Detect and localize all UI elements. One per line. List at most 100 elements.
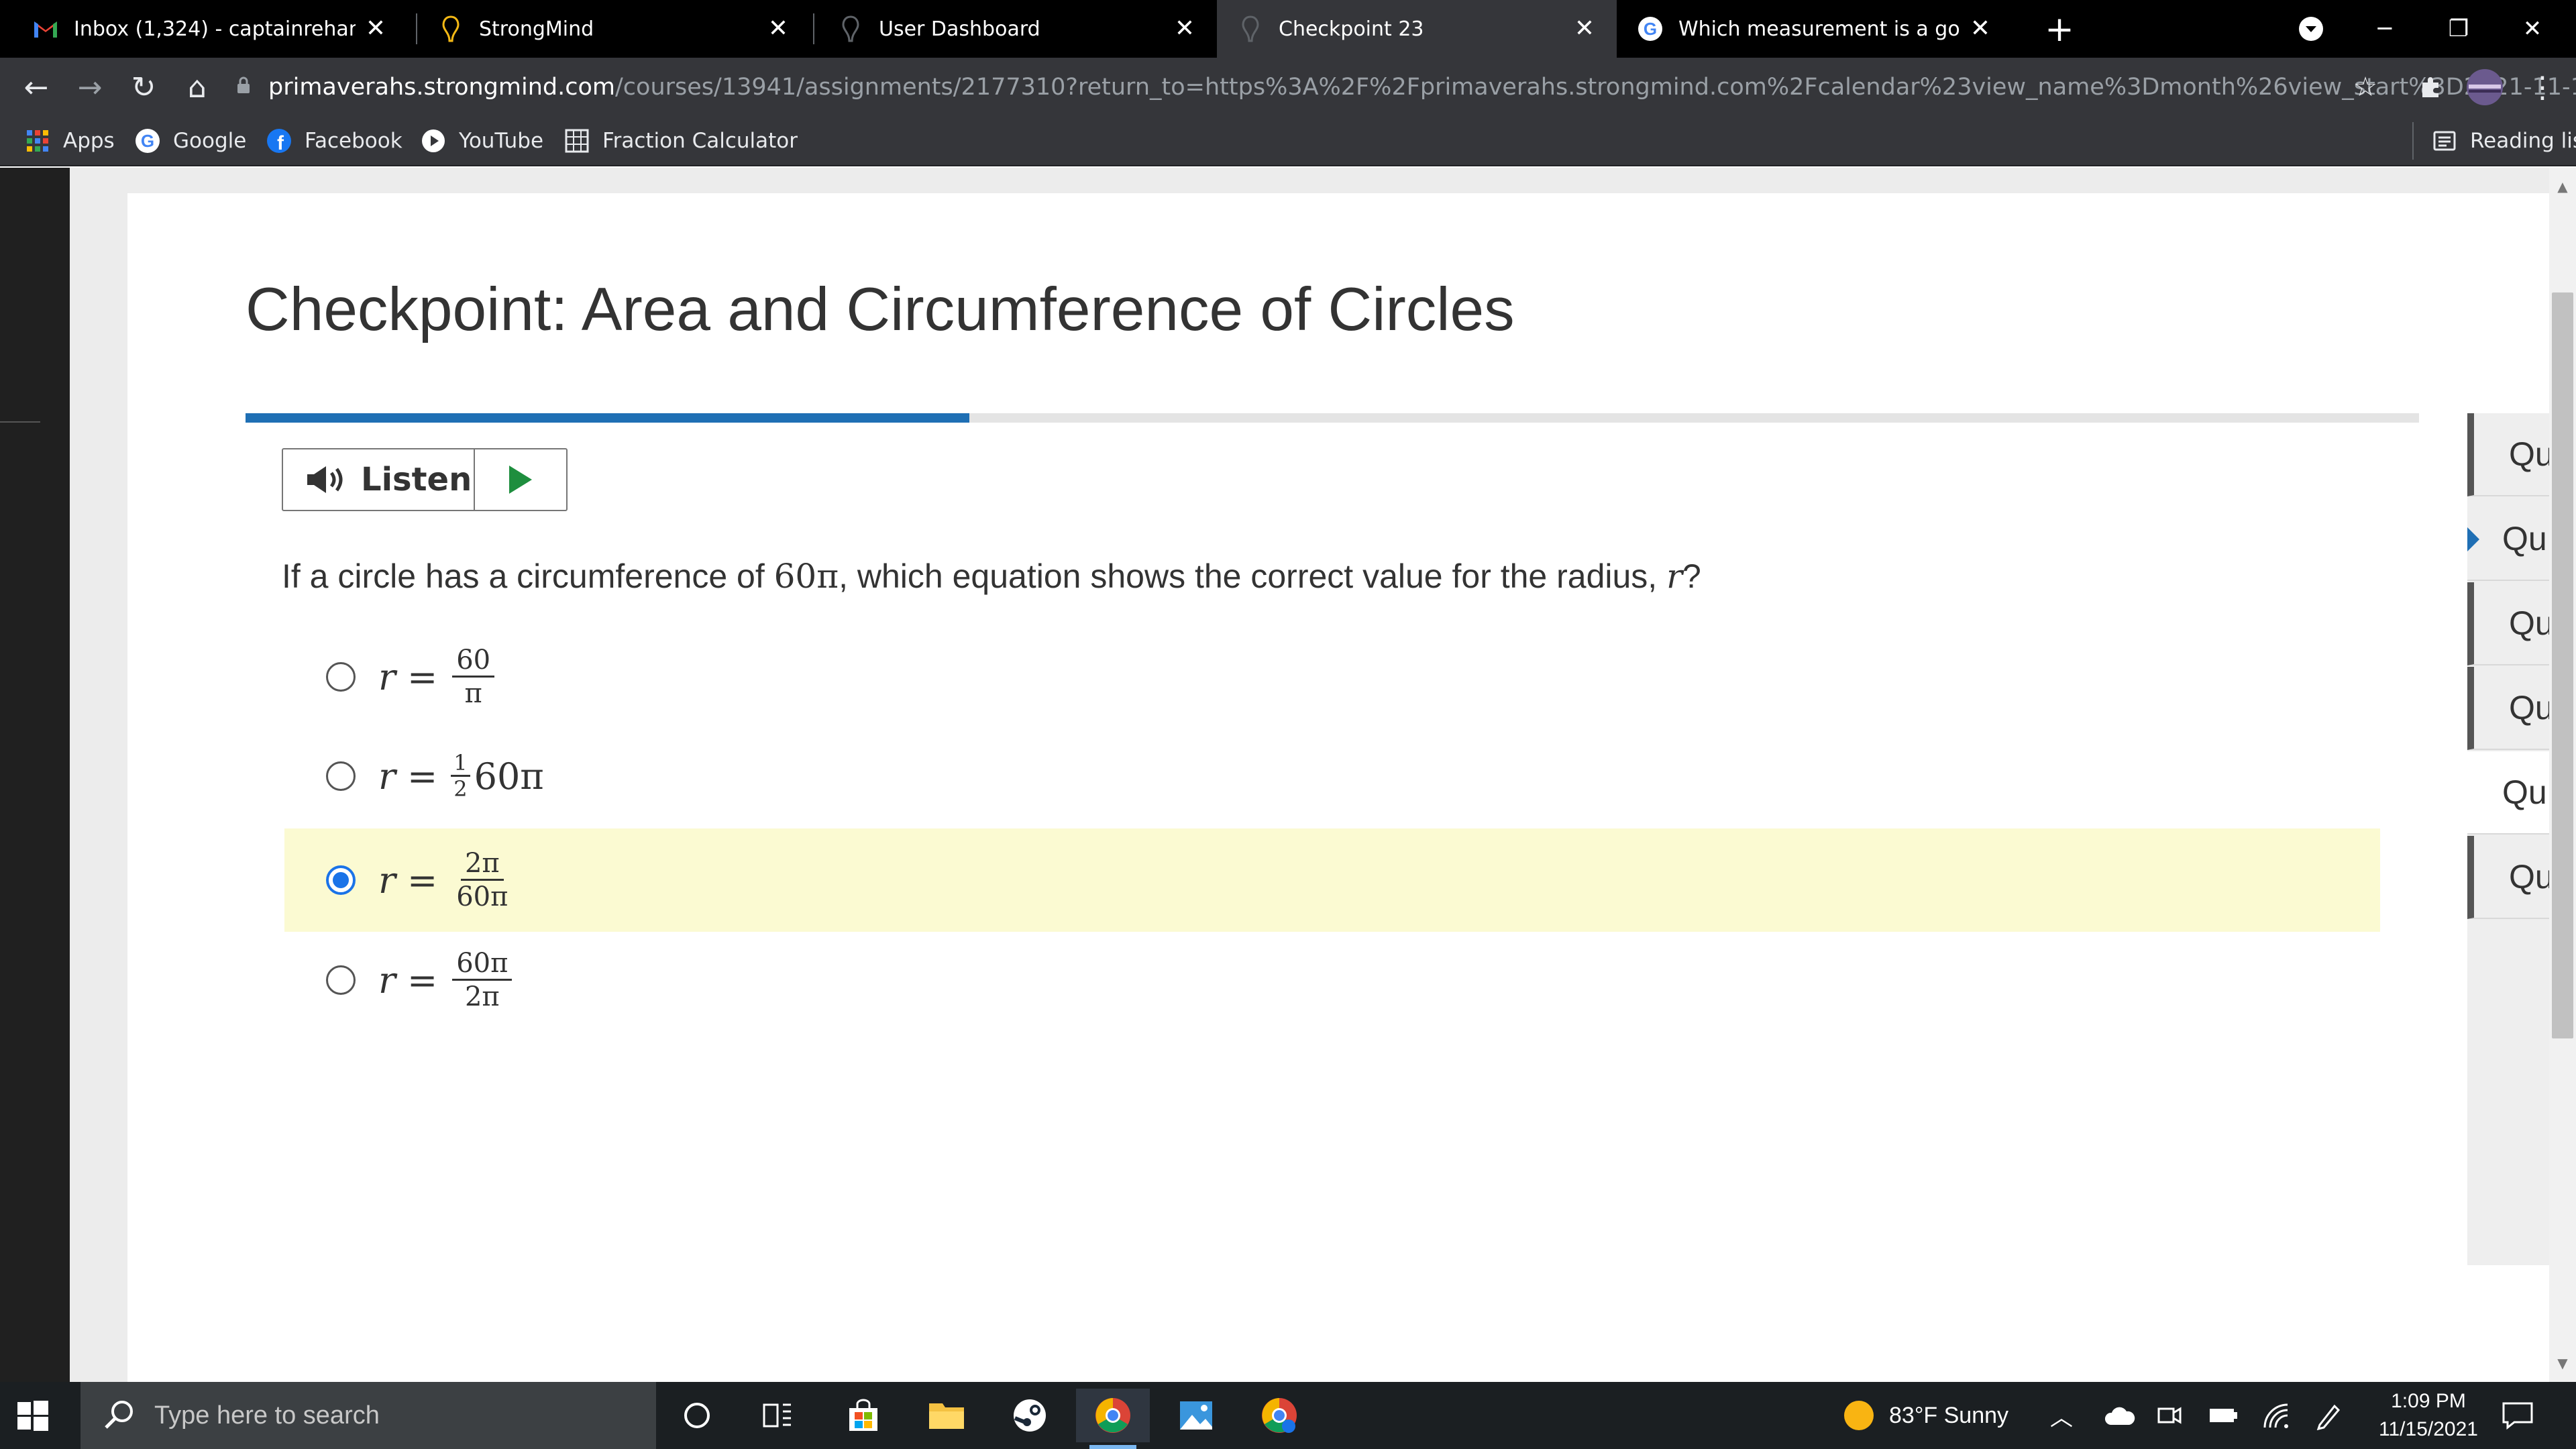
option-expression: r = 2π 60π bbox=[378, 828, 512, 932]
system-clock[interactable]: 1:09 PM 11/15/2021 bbox=[2355, 1387, 2502, 1444]
steam-icon[interactable] bbox=[993, 1389, 1067, 1442]
tab-close-icon[interactable]: ✕ bbox=[1966, 13, 1995, 43]
cortana-icon[interactable] bbox=[660, 1389, 734, 1442]
radio-button-selected[interactable] bbox=[326, 865, 356, 895]
tab-close-icon[interactable]: ✕ bbox=[763, 13, 793, 43]
play-icon bbox=[508, 464, 533, 495]
battery-icon[interactable] bbox=[2208, 1382, 2239, 1449]
sun-icon bbox=[1842, 1399, 1876, 1432]
google-icon: G bbox=[1637, 15, 1664, 42]
bookmark-facebook[interactable]: f Facebook bbox=[266, 122, 402, 160]
bookmark-youtube[interactable]: YouTube bbox=[420, 122, 543, 160]
tab-search-icon[interactable] bbox=[2274, 0, 2348, 58]
bookmark-label: Fraction Calculator bbox=[602, 129, 798, 153]
tab-strongmind[interactable]: StrongMind ✕ bbox=[437, 0, 810, 58]
google-icon: G bbox=[134, 127, 161, 154]
fraction-numerator: 2π bbox=[460, 848, 504, 881]
fraction-denominator: 2 bbox=[453, 775, 468, 802]
youtube-icon bbox=[420, 127, 447, 154]
answer-option-1[interactable]: r = 60 π bbox=[284, 625, 2380, 729]
answer-option-2[interactable]: r = 1 2 60π bbox=[284, 724, 2380, 828]
apps-grid-icon bbox=[24, 127, 51, 154]
tab-close-icon[interactable]: ✕ bbox=[1570, 13, 1599, 43]
option-expression: r = 60 π bbox=[378, 625, 495, 729]
bookmark-apps[interactable]: Apps bbox=[24, 122, 115, 160]
search-placeholder: Type here to search bbox=[154, 1401, 380, 1430]
fraction-denominator: 2π bbox=[464, 981, 500, 1012]
page-scrollbar[interactable]: ▲ ▼ bbox=[2549, 168, 2576, 1382]
wifi-icon[interactable] bbox=[2262, 1382, 2292, 1449]
photos-icon[interactable] bbox=[1159, 1389, 1233, 1442]
question-end: ? bbox=[1682, 557, 1701, 595]
windows-taskbar: Type here to search 83°F Sunny ︿ 1:09 PM… bbox=[0, 1382, 2576, 1449]
search-icon bbox=[101, 1397, 138, 1434]
clock-date: 11/15/2021 bbox=[2379, 1418, 2478, 1440]
tray-expand-chevron-icon[interactable]: ︿ bbox=[2050, 1382, 2073, 1449]
tab-user-dashboard[interactable]: User Dashboard ✕ bbox=[837, 0, 1217, 58]
strongmind-icon bbox=[437, 15, 464, 42]
home-icon[interactable]: ⌂ bbox=[177, 67, 217, 107]
reading-list[interactable]: Reading list bbox=[2412, 122, 2576, 160]
microsoft-store-icon[interactable] bbox=[826, 1389, 900, 1442]
radio-button[interactable] bbox=[326, 761, 356, 791]
onedrive-cloud-icon[interactable] bbox=[2104, 1382, 2136, 1449]
question-middle: , which equation shows the correct value… bbox=[839, 557, 1667, 595]
radio-button[interactable] bbox=[326, 662, 356, 692]
question-text: If a circle has a circumference of 60π, … bbox=[282, 557, 1701, 596]
profile-avatar[interactable] bbox=[2465, 67, 2505, 107]
option-fraction: 60π 2π bbox=[452, 948, 513, 1013]
taskbar-search-box[interactable]: Type here to search bbox=[80, 1382, 656, 1449]
minimize-icon[interactable]: ─ bbox=[2348, 0, 2422, 58]
windows-start-icon[interactable] bbox=[13, 1397, 51, 1434]
option-fraction: 2π 60π bbox=[452, 848, 512, 913]
extensions-puzzle-icon[interactable] bbox=[2411, 67, 2451, 107]
tab-close-icon[interactable]: ✕ bbox=[361, 13, 390, 43]
chrome-taskbar-icon[interactable] bbox=[1076, 1389, 1150, 1449]
tab-google-search[interactable]: G Which measurement is a good es ✕ bbox=[1637, 0, 2012, 58]
forward-arrow-icon[interactable]: → bbox=[70, 67, 110, 107]
scroll-down-icon[interactable]: ▼ bbox=[2555, 1355, 2571, 1371]
calculator-icon bbox=[564, 127, 590, 154]
task-view-icon[interactable] bbox=[741, 1389, 814, 1442]
meet-now-icon[interactable] bbox=[2156, 1382, 2183, 1449]
chrome-profile-icon[interactable] bbox=[1242, 1389, 1316, 1442]
new-tab-icon[interactable]: + bbox=[2039, 9, 2080, 50]
notifications-icon[interactable] bbox=[2501, 1382, 2534, 1449]
bookmark-google[interactable]: G Google bbox=[134, 122, 246, 160]
question-prefix: If a circle has a circumference of bbox=[282, 557, 774, 595]
scrollbar-thumb[interactable] bbox=[2552, 292, 2573, 1038]
option-lhs: r = bbox=[378, 655, 438, 698]
listen-button[interactable]: Listen bbox=[283, 449, 475, 510]
option-lhs: r = bbox=[378, 859, 438, 902]
question-nav-label: Qu bbox=[2509, 858, 2554, 896]
window-close-icon[interactable]: ✕ bbox=[2496, 0, 2569, 58]
scroll-up-icon[interactable]: ▲ bbox=[2555, 178, 2571, 195]
back-arrow-icon[interactable]: ← bbox=[16, 67, 56, 107]
tab-divider bbox=[416, 13, 417, 44]
address-bar[interactable]: primaverahs.strongmind.com/courses/13941… bbox=[236, 67, 2576, 107]
restore-icon[interactable]: ❐ bbox=[2422, 0, 2496, 58]
weather-widget[interactable]: 83°F Sunny bbox=[1842, 1382, 2008, 1449]
lock-icon bbox=[236, 74, 251, 101]
speaker-icon bbox=[306, 464, 350, 496]
menu-kebab-icon[interactable]: ⋮ bbox=[2522, 67, 2563, 107]
reading-list-label: Reading list bbox=[2470, 129, 2576, 153]
reading-list-icon bbox=[2431, 127, 2458, 154]
answer-option-4[interactable]: r = 60π 2π bbox=[284, 928, 2380, 1032]
pen-icon[interactable] bbox=[2314, 1382, 2344, 1449]
bookmark-fraction-calculator[interactable]: Fraction Calculator bbox=[564, 122, 798, 160]
play-button[interactable] bbox=[475, 449, 566, 510]
option-rest: 60π bbox=[474, 755, 544, 798]
reload-icon[interactable]: ↻ bbox=[123, 67, 164, 107]
svg-text:f: f bbox=[277, 132, 284, 154]
tab-checkpoint-23[interactable]: Checkpoint 23 ✕ bbox=[1217, 0, 1617, 58]
bookmark-star-icon[interactable]: ☆ bbox=[2345, 67, 2385, 107]
tab-gmail[interactable]: Inbox (1,324) - captainrehan40@ ✕ bbox=[32, 0, 408, 58]
svg-text:G: G bbox=[141, 131, 154, 151]
radio-button[interactable] bbox=[326, 965, 356, 995]
file-explorer-icon[interactable] bbox=[910, 1389, 983, 1442]
tab-title: StrongMind bbox=[479, 17, 594, 41]
tab-close-icon[interactable]: ✕ bbox=[1170, 13, 1199, 43]
answer-option-3[interactable]: r = 2π 60π bbox=[284, 828, 2380, 932]
tab-title: Checkpoint 23 bbox=[1279, 17, 1424, 41]
